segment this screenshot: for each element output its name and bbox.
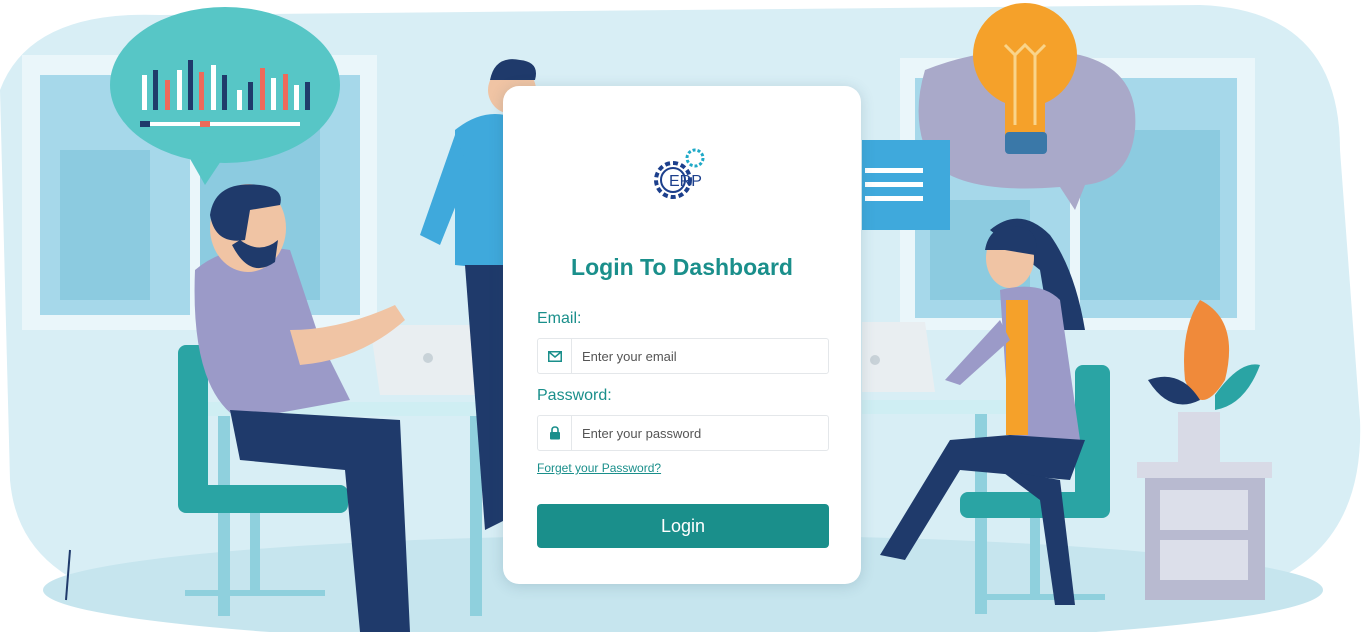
email-field-container [537,338,829,374]
email-input[interactable] [572,340,828,372]
password-label: Password: [537,387,612,404]
login-button[interactable]: Login [537,504,829,548]
sticky-note [862,140,950,230]
forgot-password-link[interactable]: Forget your Password? [537,461,661,475]
logo-text: ERP [669,173,702,190]
email-label: Email: [537,310,582,327]
login-card: ERP Login To Dashboard Email: Password: … [503,86,861,584]
password-field-container [537,415,829,451]
lock-icon [538,416,572,450]
password-input[interactable] [572,417,828,449]
lightbulb-icon [973,3,1077,107]
gear-logo-icon: ERP [654,148,705,199]
envelope-icon [538,339,572,373]
page-title: Login To Dashboard [571,254,793,280]
